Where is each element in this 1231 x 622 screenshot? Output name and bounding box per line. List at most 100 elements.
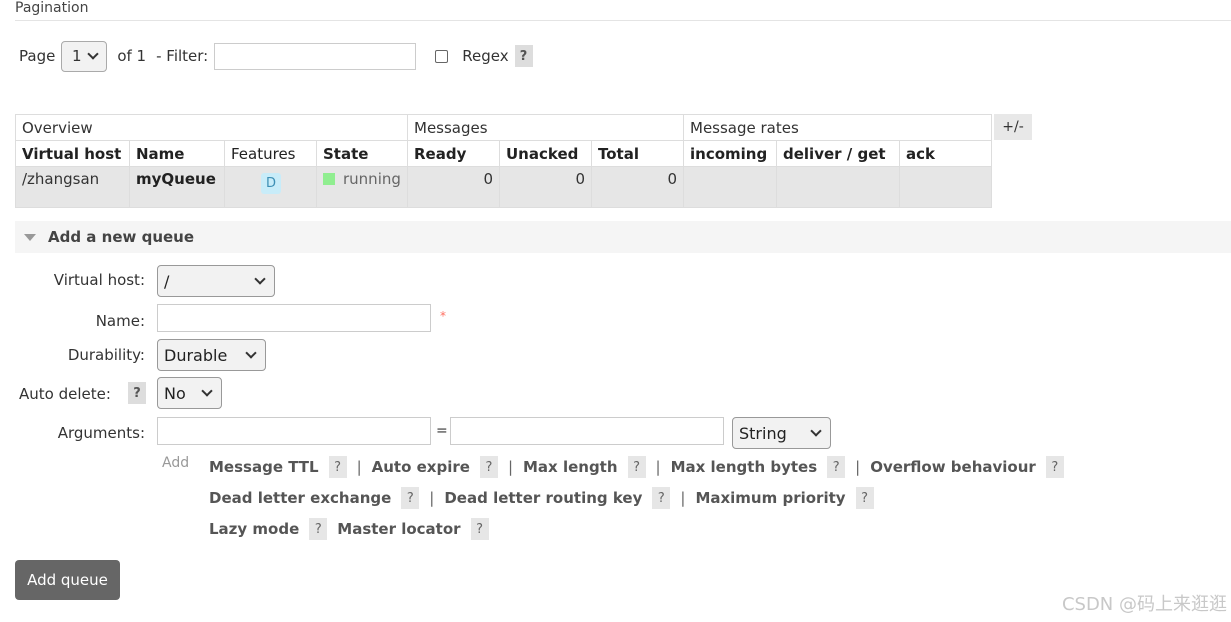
required-mark: * — [440, 309, 446, 323]
column-toggle-button[interactable]: +/- — [994, 114, 1032, 140]
cell-state: running — [316, 166, 408, 208]
chevron-down-icon — [201, 385, 213, 397]
col-header-unacked[interactable]: Unacked — [499, 140, 592, 167]
col-header-name[interactable]: Name — [129, 140, 225, 167]
arg-maximum-priority-link[interactable]: Maximum priority — [695, 489, 845, 507]
col-header-state[interactable]: State — [316, 140, 408, 167]
durability-select[interactable]: Durable — [157, 339, 266, 371]
chevron-down-icon — [245, 347, 257, 359]
arg-master-locator-link[interactable]: Master locator — [337, 520, 460, 538]
argument-type-value: String — [739, 423, 787, 443]
arg-dead-letter-routing-key-link[interactable]: Dead letter routing key — [444, 489, 642, 507]
col-header-incoming[interactable]: incoming — [683, 140, 777, 167]
vhost-select[interactable]: / — [157, 265, 275, 297]
cell-ack — [899, 166, 992, 208]
dead-letter-exchange-help-icon[interactable]: ? — [401, 487, 420, 509]
argument-shortcuts-row-2: Dead letter exchange ? | Dead letter rou… — [209, 486, 874, 510]
state-text: running — [343, 170, 401, 188]
arguments-label: Arguments: — [57, 424, 145, 442]
arg-overflow-behaviour-link[interactable]: Overflow behaviour — [870, 458, 1036, 476]
col-header-deliver-get[interactable]: deliver / get — [776, 140, 900, 167]
cell-unacked: 0 — [499, 166, 592, 208]
maximum-priority-help-icon[interactable]: ? — [855, 487, 874, 509]
group-header-overview: Overview — [15, 114, 408, 141]
col-header-features: Features — [224, 140, 317, 167]
arg-message-ttl-link[interactable]: Message TTL — [209, 458, 319, 476]
cell-deliver-get — [776, 166, 900, 208]
auto-delete-select-value: No — [164, 383, 186, 403]
master-locator-help-icon[interactable]: ? — [470, 518, 489, 540]
arg-max-length-link[interactable]: Max length — [523, 458, 618, 476]
filter-label: - Filter: — [156, 47, 209, 65]
vhost-select-value: / — [164, 271, 170, 291]
col-header-virtual-host[interactable]: Virtual host — [15, 140, 130, 167]
overflow-behaviour-help-icon[interactable]: ? — [1045, 456, 1064, 478]
chevron-down-icon — [254, 273, 266, 285]
status-indicator-icon — [323, 173, 335, 185]
queues-table: Overview Messages Message rates Virtual … — [15, 114, 992, 208]
table-row: /zhangsan myQueue D running 0 0 0 — [15, 166, 992, 208]
regex-label: Regex — [462, 47, 509, 65]
durability-label: Durability: — [67, 346, 145, 364]
add-queue-section-header[interactable]: Add a new queue — [15, 221, 1231, 253]
cell-features: D — [224, 166, 317, 208]
cell-ready: 0 — [407, 166, 500, 208]
page-count: of 1 — [117, 47, 147, 65]
add-label: Add — [162, 455, 190, 471]
argument-key-input[interactable] — [157, 417, 431, 445]
cell-virtual-host: /zhangsan — [15, 166, 130, 208]
argument-value-input[interactable] — [450, 417, 724, 445]
name-label: Name: — [95, 312, 145, 330]
arg-auto-expire-link[interactable]: Auto expire — [372, 458, 470, 476]
page-select-value: 1 — [72, 47, 82, 65]
watermark: CSDN @码上来逛逛 — [1061, 594, 1227, 615]
arg-dead-letter-exchange-link[interactable]: Dead letter exchange — [209, 489, 391, 507]
argument-shortcuts-row-1: Message TTL ? | Auto expire ? | Max leng… — [209, 455, 1064, 479]
auto-delete-help-icon[interactable]: ? — [128, 382, 146, 404]
col-header-total[interactable]: Total — [591, 140, 684, 167]
argument-equals: = — [436, 423, 448, 439]
message-ttl-help-icon[interactable]: ? — [328, 456, 347, 478]
separator: | — [429, 489, 435, 507]
auto-delete-label: Auto delete: — [19, 385, 111, 403]
max-length-bytes-help-icon[interactable]: ? — [827, 456, 846, 478]
group-header-message-rates: Message rates — [683, 114, 992, 141]
separator: | — [356, 458, 362, 476]
separator: | — [507, 458, 513, 476]
col-header-ack[interactable]: ack — [899, 140, 992, 167]
max-length-help-icon[interactable]: ? — [627, 456, 646, 478]
cell-incoming — [683, 166, 777, 208]
queue-name-input[interactable] — [157, 304, 431, 332]
pagination-controls: Page 1 of 1 - Filter: Regex ? — [19, 40, 533, 72]
regex-checkbox[interactable] — [435, 49, 449, 63]
page-label: Page — [19, 47, 56, 65]
group-header-messages: Messages — [407, 114, 684, 141]
separator: | — [855, 458, 861, 476]
vhost-label: Virtual host: — [53, 271, 145, 289]
chevron-down-icon — [810, 425, 822, 437]
add-queue-button[interactable]: Add queue — [15, 560, 120, 600]
auto-expire-help-icon[interactable]: ? — [479, 456, 498, 478]
collapse-triangle-icon — [24, 233, 36, 241]
col-header-ready[interactable]: Ready — [407, 140, 500, 167]
page-select[interactable]: 1 — [61, 40, 108, 72]
cell-total: 0 — [591, 166, 684, 208]
separator: | — [655, 458, 661, 476]
dead-letter-routing-key-help-icon[interactable]: ? — [652, 487, 671, 509]
chevron-down-icon — [86, 48, 99, 60]
section-title: Add a new queue — [48, 228, 195, 246]
argument-shortcuts-row-3: Lazy mode ? Master locator ? — [209, 517, 489, 541]
durable-badge: D — [261, 173, 282, 194]
auto-delete-select[interactable]: No — [157, 377, 222, 409]
pagination-title: Pagination — [15, 0, 89, 16]
separator: | — [680, 489, 686, 507]
arg-lazy-mode-link[interactable]: Lazy mode — [209, 520, 299, 538]
arg-max-length-bytes-link[interactable]: Max length bytes — [671, 458, 818, 476]
lazy-mode-help-icon[interactable]: ? — [309, 518, 328, 540]
argument-type-select[interactable]: String — [732, 417, 831, 449]
durability-select-value: Durable — [164, 345, 228, 365]
queue-name-link[interactable]: myQueue — [129, 166, 225, 208]
regex-help-icon[interactable]: ? — [514, 45, 533, 67]
pagination-divider — [15, 20, 1231, 21]
filter-input[interactable] — [214, 42, 417, 70]
